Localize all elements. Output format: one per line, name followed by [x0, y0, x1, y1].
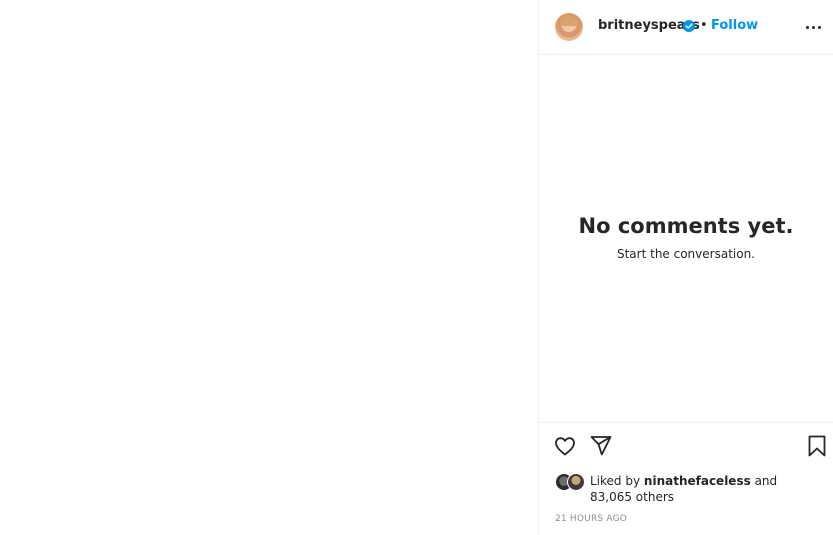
post-footer: Liked by ninathefaceless and 83,065 othe… [539, 422, 833, 535]
empty-comments-subtitle: Start the conversation. [616, 247, 755, 261]
more-options-icon[interactable] [801, 14, 827, 40]
send-icon[interactable] [589, 434, 613, 458]
comments-empty-state: No comments yet. Start the conversation. [539, 54, 833, 422]
empty-comments-title: No comments yet. [578, 214, 794, 238]
header-separator: • [700, 18, 708, 33]
post-side-panel: britneyspears • Follow No comments yet. … [538, 0, 833, 534]
profile-avatar[interactable] [555, 13, 583, 41]
post-header: britneyspears • Follow [539, 0, 833, 55]
liker-username-link[interactable]: ninathefaceless [644, 474, 751, 488]
liker-avatars [555, 473, 585, 491]
post-media-area [0, 0, 538, 534]
liker-avatar [567, 473, 585, 491]
likes-text: Liked by ninathefaceless and 83,065 othe… [590, 473, 815, 505]
likes-prefix: Liked by [590, 474, 641, 488]
post-timestamp[interactable]: 21 HOURS AGO [555, 514, 627, 524]
heart-icon[interactable] [553, 434, 577, 458]
verified-badge-icon [683, 20, 695, 32]
bookmark-icon[interactable] [805, 434, 829, 458]
follow-button[interactable]: Follow [711, 18, 758, 33]
